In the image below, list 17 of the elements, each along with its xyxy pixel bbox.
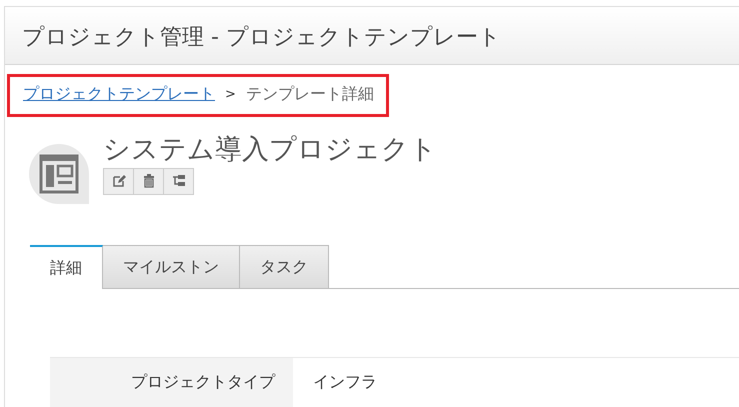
structure-button[interactable]: [163, 168, 194, 195]
hierarchy-icon: [172, 174, 186, 188]
delete-button[interactable]: [133, 168, 164, 195]
edit-button[interactable]: [103, 168, 134, 195]
detail-label: プロジェクトタイプ: [50, 358, 293, 407]
breadcrumb-link[interactable]: プロジェクトテンプレート: [23, 84, 215, 106]
template-icon: [39, 154, 79, 194]
project-name: システム導入プロジェクト: [103, 134, 437, 165]
tab[interactable]: タスク: [240, 245, 329, 288]
tab[interactable]: マイルストン: [103, 245, 240, 288]
detail-value: インフラ: [312, 371, 377, 393]
page-title: プロジェクト管理 - プロジェクトテンプレート: [22, 24, 501, 52]
breadcrumb-current: テンプレート詳細: [246, 84, 374, 106]
tab[interactable]: 詳細: [30, 245, 103, 289]
breadcrumb-separator: >: [225, 87, 236, 102]
edit-icon: [112, 174, 126, 188]
trash-icon: [142, 174, 156, 188]
